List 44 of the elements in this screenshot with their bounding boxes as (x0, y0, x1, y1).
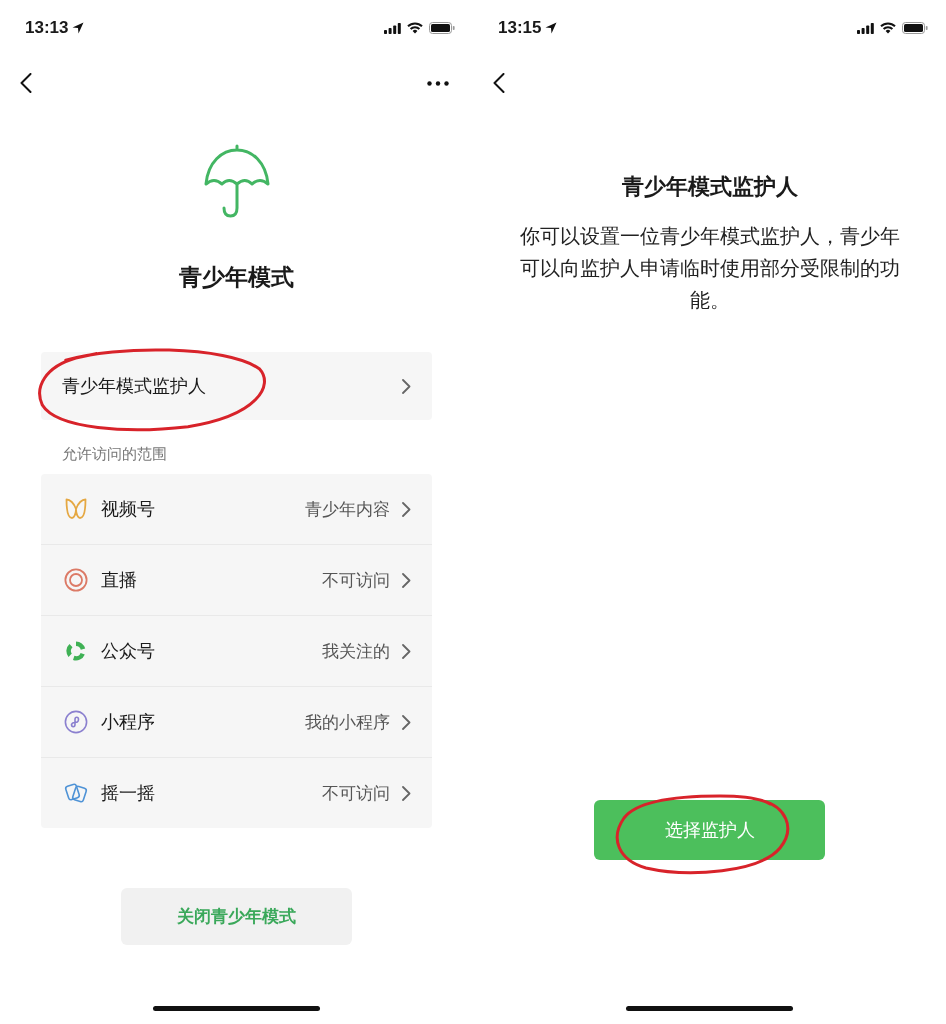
signal-icon (384, 22, 401, 34)
description-text: 你可以设置一位青少年模式监护人，青少年可以向监护人申请临时使用部分受限制的功能。 (518, 223, 901, 314)
page-title: 青少年模式监护人 (621, 173, 798, 201)
chevron-right-icon (402, 572, 411, 588)
access-value: 青少年内容 (305, 497, 390, 521)
chevron-right-icon (402, 714, 411, 730)
access-row[interactable]: 视频号 青少年内容 (41, 474, 432, 544)
chevron-right-icon (402, 785, 411, 801)
access-value: 不可访问 (322, 781, 390, 805)
page-title: 青少年模式 (179, 263, 294, 292)
segmented-ring-icon (64, 639, 88, 663)
access-row[interactable]: 摇一摇 不可访问 (41, 757, 432, 828)
wifi-icon (407, 22, 423, 34)
status-time: 13:13 (25, 18, 69, 38)
access-label: 摇一摇 (101, 781, 155, 805)
chevron-right-icon (402, 643, 411, 659)
access-label: 公众号 (101, 639, 155, 663)
access-value: 我关注的 (322, 639, 390, 663)
wifi-icon (880, 22, 896, 34)
back-icon[interactable] (493, 73, 505, 93)
location-arrow-icon (72, 22, 85, 34)
access-value: 不可访问 (322, 568, 390, 592)
more-icon[interactable] (427, 80, 449, 86)
tilted-squares-icon (64, 781, 88, 805)
guardian-row[interactable]: 青少年模式监护人 (41, 352, 432, 420)
signal-icon (857, 22, 874, 34)
access-label: 直播 (101, 568, 137, 592)
chevron-right-icon (402, 378, 411, 394)
access-row[interactable]: 小程序 我的小程序 (41, 686, 432, 757)
back-icon[interactable] (20, 73, 32, 93)
access-row[interactable]: 直播 不可访问 (41, 544, 432, 615)
location-arrow-icon (545, 22, 558, 34)
butterfly-icon (64, 497, 88, 521)
battery-icon (429, 22, 455, 34)
section-label: 允许访问的范围 (62, 445, 168, 464)
status-time: 13:15 (498, 18, 542, 38)
battery-icon (902, 22, 928, 34)
access-row[interactable]: 公众号 我关注的 (41, 615, 432, 686)
access-label: 小程序 (101, 710, 155, 734)
link-circle-icon (64, 710, 88, 734)
chevron-right-icon (402, 501, 411, 517)
double-ring-icon (64, 568, 88, 592)
access-label: 视频号 (101, 497, 155, 521)
access-value: 我的小程序 (305, 710, 390, 734)
